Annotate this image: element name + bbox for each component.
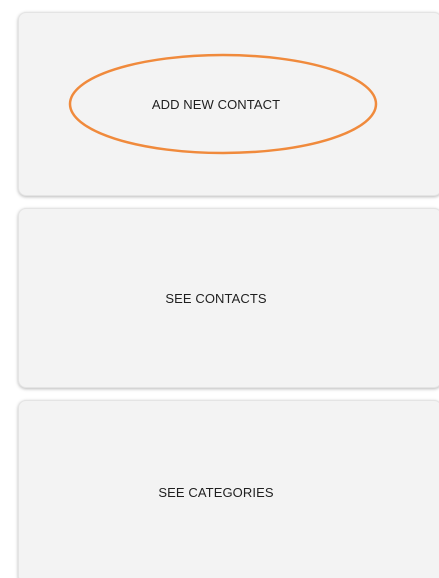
see-contacts-label: SEE CONTACTS [165,290,267,306]
see-categories-label: SEE CATEGORIES [158,484,274,500]
add-new-contact-button[interactable]: ADD NEW CONTACT [18,12,439,196]
menu-screen: ADD NEW CONTACT SEE CONTACTS SEE CATEGOR… [0,0,439,578]
add-new-contact-label: ADD NEW CONTACT [151,96,281,112]
see-contacts-button[interactable]: SEE CONTACTS [18,208,439,388]
see-categories-button[interactable]: SEE CATEGORIES [18,400,439,578]
